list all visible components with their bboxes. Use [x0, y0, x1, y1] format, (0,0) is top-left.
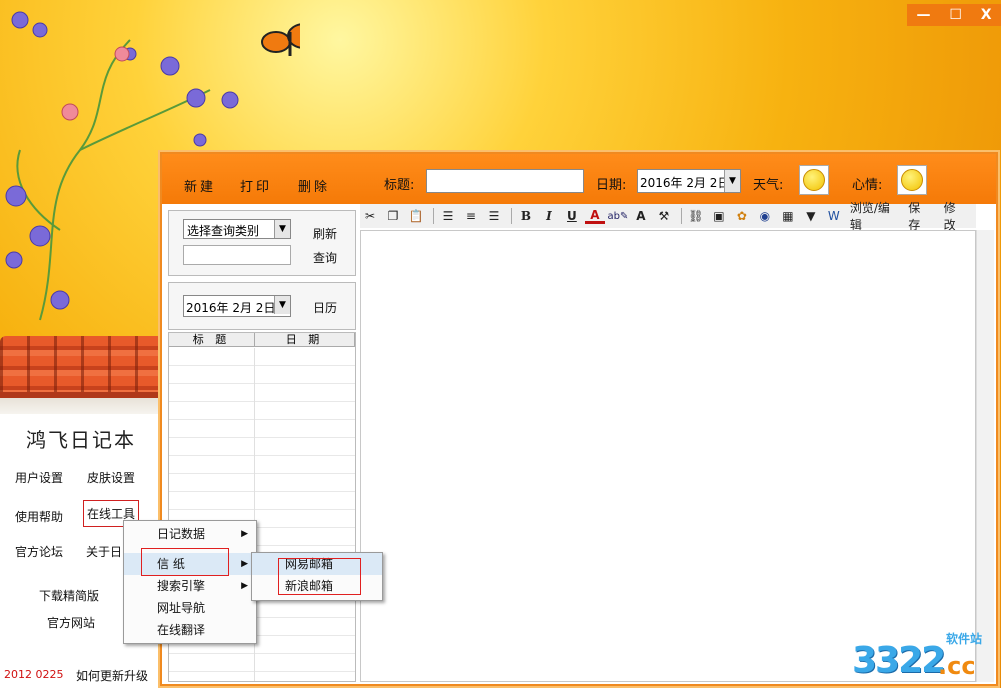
- font-size-button[interactable]: A: [631, 206, 651, 226]
- table-icon[interactable]: ▦: [778, 206, 798, 226]
- menu-item-label: 在线翻译: [157, 623, 206, 637]
- italic-button[interactable]: I: [539, 206, 559, 226]
- smiley-icon[interactable]: [897, 165, 927, 195]
- menu-item-diary-data[interactable]: 日记数据 ▶: [124, 523, 256, 545]
- version-label: 2012 0225: [4, 668, 64, 681]
- separator: [433, 208, 434, 224]
- about-link[interactable]: 关于日: [86, 543, 122, 560]
- query-date-picker[interactable]: 2016年 2月 2日 ▼: [183, 295, 291, 317]
- underline-button[interactable]: U: [562, 206, 582, 226]
- title-label: 标题:: [384, 178, 415, 193]
- category-select-value: 选择查询类别: [187, 224, 260, 238]
- media-icon[interactable]: ◉: [755, 206, 775, 226]
- close-icon[interactable]: X: [981, 7, 992, 23]
- column-date[interactable]: 日 期: [255, 333, 355, 346]
- category-select[interactable]: 选择查询类别 ▼: [183, 219, 291, 239]
- mood-label: 心情:: [852, 178, 883, 193]
- save-button[interactable]: 保 存: [905, 201, 937, 232]
- submenu-item-sina-mail[interactable]: 新浪邮箱: [252, 575, 382, 597]
- image-icon[interactable]: ▣: [709, 206, 729, 226]
- tools-icon[interactable]: ⚒: [654, 206, 674, 226]
- top-toolbar: 新建 打印 删除 标题: 日期: 2016年 2月 2日 ▼ 天气: 心情:: [162, 154, 996, 204]
- roof-shadow: [0, 398, 164, 414]
- date-value: 2016年 2月 2日: [640, 176, 730, 190]
- print-button[interactable]: 打印: [240, 176, 272, 195]
- maximize-icon[interactable]: ☐: [949, 7, 962, 23]
- font-color-button[interactable]: A: [584, 208, 605, 224]
- site-watermark: 软件站 3322 .cc: [850, 628, 998, 684]
- list-header: 标 题 日 期: [169, 333, 355, 347]
- download-lite-link[interactable]: 下载精简版: [39, 587, 99, 604]
- watermark-suffix: .cc: [938, 652, 976, 680]
- dropdown-arrow-icon[interactable]: ▼: [274, 296, 290, 314]
- watermark-digits: 3322: [852, 640, 946, 681]
- help-link[interactable]: 使用帮助: [15, 508, 63, 525]
- refresh-button[interactable]: 刷新: [313, 225, 337, 242]
- menu-item-web-nav[interactable]: 网址导航: [124, 597, 256, 619]
- upgrade-link[interactable]: 如何更新升级: [76, 667, 148, 684]
- query-date-value: 2016年 2月 2日: [186, 301, 276, 315]
- watermark-site-label: 软件站: [946, 632, 983, 646]
- more-dropdown-icon[interactable]: ▼: [801, 206, 821, 226]
- paste-icon[interactable]: 📋: [406, 206, 426, 226]
- menu-item-label: 信 纸: [157, 557, 185, 571]
- menu-item-online-translate[interactable]: 在线翻译: [124, 619, 256, 641]
- sun-icon[interactable]: [799, 165, 829, 195]
- editor-scrollbar[interactable]: [976, 230, 994, 682]
- window-controls: — ☐ X: [907, 4, 1001, 26]
- dropdown-arrow-icon[interactable]: ▼: [274, 220, 290, 238]
- column-title[interactable]: 标 题: [169, 333, 255, 346]
- align-right-icon[interactable]: ☰: [484, 206, 504, 226]
- app-title: 鸿飞日记本: [26, 428, 136, 452]
- forum-link[interactable]: 官方论坛: [15, 543, 63, 560]
- new-button[interactable]: 新建: [184, 176, 216, 195]
- date-panel: 2016年 2月 2日 ▼ 日历: [168, 282, 356, 330]
- separator: [510, 208, 512, 224]
- official-site-link[interactable]: 官方网站: [47, 614, 95, 631]
- calendar-button[interactable]: 日历: [313, 299, 337, 316]
- emoticon-icon[interactable]: ✿: [732, 206, 752, 226]
- skin-settings-link[interactable]: 皮肤设置: [87, 469, 135, 486]
- title-input[interactable]: [426, 169, 584, 193]
- submenu-arrow-icon: ▶: [241, 559, 248, 569]
- bold-button[interactable]: B: [516, 206, 536, 226]
- menu-item-label: 搜索引擎: [157, 579, 206, 593]
- menu-item-letter-paper[interactable]: 信 纸 ▶: [124, 553, 256, 575]
- editor-toolbar: ✂ ❐ 📋 ☰ ≡ ☰ B I U A ab✎ A ⚒ ⛓ ▣ ✿ ◉ ▦ ▼ …: [360, 201, 976, 232]
- weather-label: 天气:: [753, 178, 784, 193]
- menu-item-search-engine[interactable]: 搜索引擎 ▶: [124, 575, 256, 597]
- link-icon[interactable]: ⛓: [686, 206, 706, 226]
- diary-editor[interactable]: [360, 230, 976, 682]
- highlight-icon[interactable]: ab✎: [607, 206, 628, 226]
- submenu-arrow-icon: ▶: [241, 581, 248, 591]
- align-center-icon[interactable]: ≡: [461, 206, 481, 226]
- browse-edit-button[interactable]: 浏览/编辑: [847, 201, 902, 232]
- query-input[interactable]: [183, 245, 291, 265]
- query-button[interactable]: 查询: [313, 249, 337, 266]
- menu-item-label: 日记数据: [157, 527, 206, 541]
- query-panel: 选择查询类别 ▼ 刷新 查询: [168, 210, 356, 276]
- delete-button[interactable]: 删除: [298, 176, 330, 195]
- date-picker[interactable]: 2016年 2月 2日 ▼: [637, 169, 741, 193]
- roof-tiles-decoration: [0, 336, 164, 398]
- modify-button[interactable]: 修 改: [941, 201, 973, 232]
- cut-icon[interactable]: ✂: [360, 206, 380, 226]
- submenu-arrow-icon: ▶: [241, 529, 248, 539]
- align-left-icon[interactable]: ☰: [438, 206, 458, 226]
- diary-main-window: 新建 打印 删除 标题: 日期: 2016年 2月 2日 ▼ 天气: 心情: 选…: [160, 152, 998, 686]
- copy-icon[interactable]: ❐: [383, 206, 403, 226]
- submenu-item-163-mail[interactable]: 网易邮箱: [252, 553, 382, 575]
- separator: [680, 208, 682, 224]
- online-tools-menu: 日记数据 ▶ 信 纸 ▶ 搜索引擎 ▶ 网址导航 在线翻译: [123, 520, 257, 644]
- user-settings-link[interactable]: 用户设置: [15, 469, 63, 486]
- dropdown-arrow-icon[interactable]: ▼: [724, 170, 740, 192]
- word-icon[interactable]: W: [824, 206, 844, 226]
- date-label: 日期:: [596, 178, 627, 193]
- minimize-icon[interactable]: —: [916, 7, 930, 23]
- letter-paper-submenu: 网易邮箱 新浪邮箱: [251, 552, 383, 601]
- menu-item-label: 网址导航: [157, 601, 206, 615]
